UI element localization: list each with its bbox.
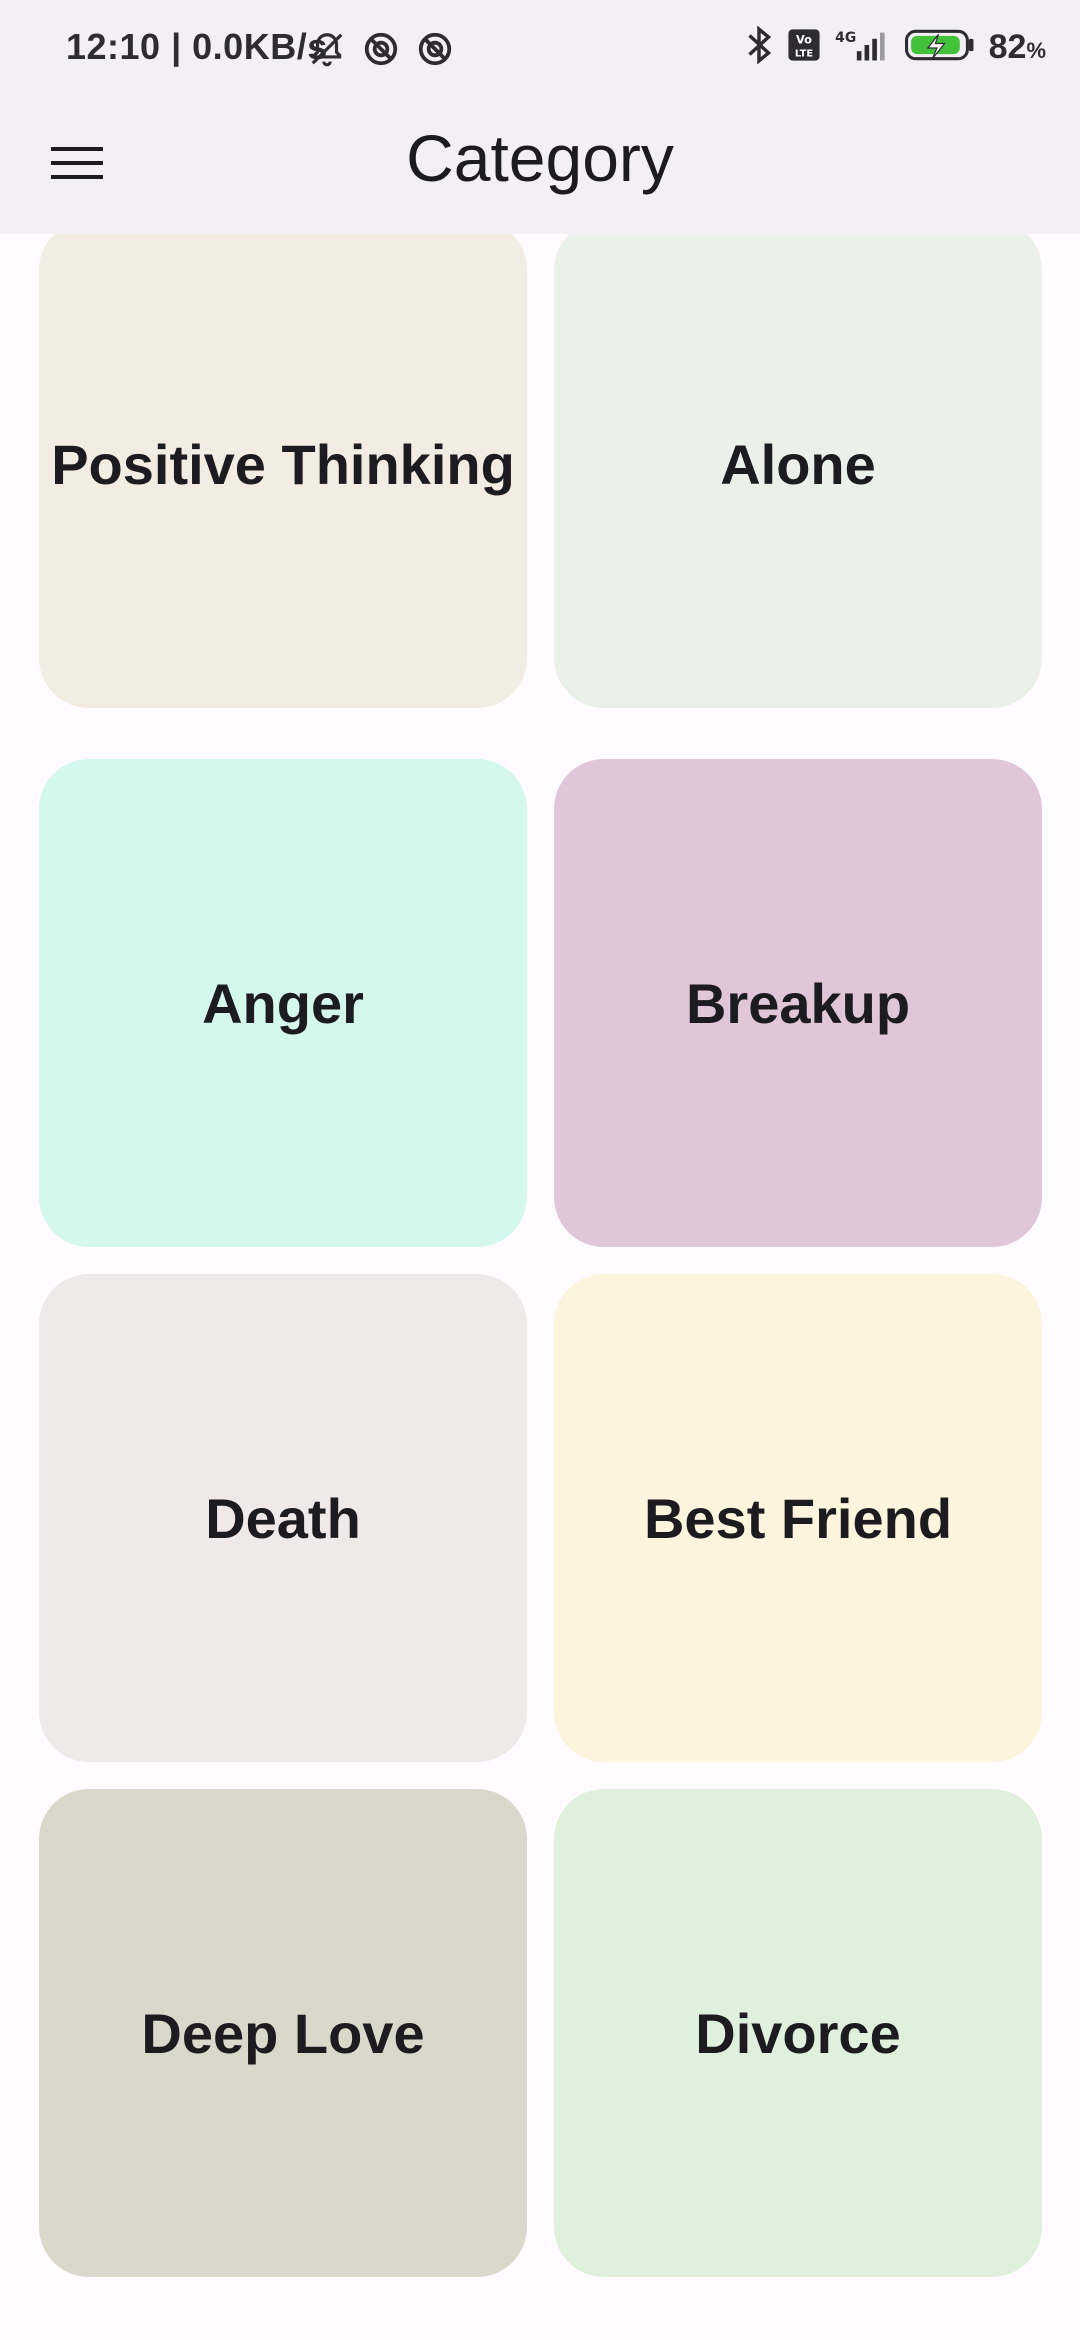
clock: 12:10: [66, 26, 161, 67]
category-label: Alone: [720, 432, 876, 496]
status-divider: |: [160, 26, 193, 67]
bluetooth-icon: [745, 25, 773, 69]
category-label: Breakup: [685, 971, 911, 1035]
category-card-breakup[interactable]: Breakup: [554, 759, 1042, 1247]
battery-percentage: 82%: [989, 28, 1046, 67]
category-label: Death: [205, 1486, 361, 1550]
category-label: Best Friend: [643, 1486, 953, 1550]
svg-text:4G: 4G: [835, 30, 856, 46]
page-title: Category: [406, 121, 674, 195]
status-left-icons: [308, 30, 454, 73]
category-card-positive-thinking[interactable]: Positive Thinking: [39, 234, 527, 708]
category-card-best-friend[interactable]: Best Friend: [554, 1274, 1042, 1762]
category-card-death[interactable]: Death: [39, 1274, 527, 1762]
category-label: Divorce: [695, 2001, 901, 2065]
svg-text:LTE: LTE: [795, 48, 813, 59]
battery-charging-icon: [904, 28, 975, 67]
category-label: Positive Thinking: [51, 432, 515, 496]
status-right-icons: Vo LTE 4G 82%: [745, 25, 1046, 69]
category-label: Deep Love: [141, 2001, 425, 2065]
volte-icon: Vo LTE: [787, 28, 821, 67]
sync-icon: [362, 30, 400, 73]
status-bar: 12:10 | 0.0KB/s Vo LTE 4G 82%: [0, 0, 1080, 98]
category-label: Anger: [202, 971, 364, 1035]
svg-text:Vo: Vo: [796, 33, 812, 47]
app-bar: Category: [0, 98, 1080, 234]
battery-unit: %: [1026, 38, 1046, 63]
category-card-anger[interactable]: Anger: [39, 759, 527, 1247]
sync-icon: [416, 30, 454, 73]
category-card-alone[interactable]: Alone: [554, 234, 1042, 708]
category-card-deep-love[interactable]: Deep Love: [39, 1789, 527, 2277]
muted-bell-icon: [308, 30, 346, 73]
battery-value: 82: [988, 28, 1027, 66]
category-grid: Positive Thinking Alone Anger Breakup De…: [0, 234, 1080, 2340]
category-card-divorce[interactable]: Divorce: [554, 1789, 1042, 2277]
status-time: 12:10 | 0.0KB/s: [66, 26, 328, 68]
signal-4g-icon: 4G: [835, 28, 891, 67]
